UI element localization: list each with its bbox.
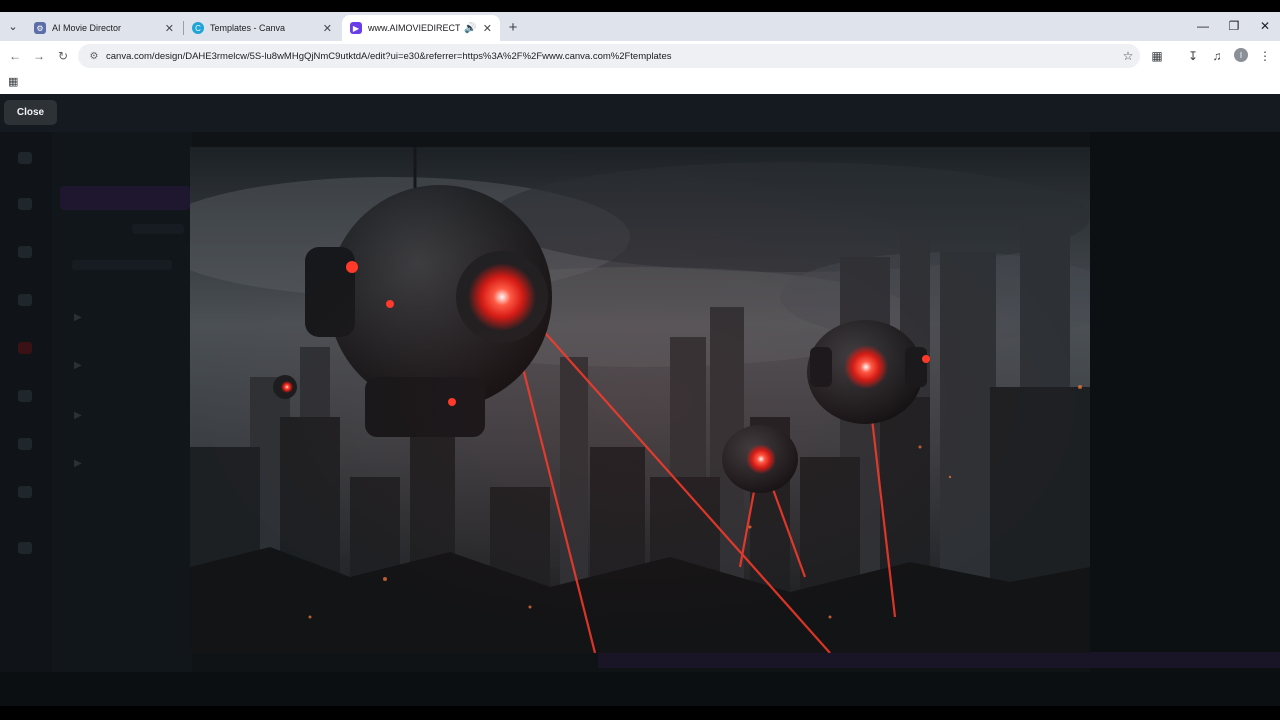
sidebar-icon bbox=[18, 152, 32, 164]
canva-icon: C bbox=[192, 22, 204, 34]
timeline-track bbox=[598, 652, 1280, 668]
restore-button[interactable]: ❐ bbox=[1223, 17, 1245, 35]
play-icon: ▶ bbox=[74, 458, 82, 469]
new-tab-button[interactable]: + bbox=[504, 18, 522, 36]
close-icon[interactable]: ✕ bbox=[323, 22, 332, 35]
profile-avatar[interactable]: I bbox=[1234, 48, 1248, 62]
editor-sidebar bbox=[0, 132, 52, 706]
video-icon: ▶ bbox=[350, 22, 362, 34]
back-arrow-icon[interactable]: ← bbox=[6, 47, 24, 65]
url-text[interactable]: canva.com/design/DAHE3rmelcw/5S-lu8wMHgQ… bbox=[106, 51, 1116, 62]
video-frame-image bbox=[190, 147, 1090, 653]
forward-arrow-icon[interactable]: → bbox=[30, 47, 48, 65]
panel-row bbox=[132, 224, 184, 234]
sidebar-icon bbox=[18, 542, 32, 554]
tab-templates-canva[interactable]: C Templates - Canva ✕ bbox=[184, 15, 340, 41]
window-close-button[interactable]: ✕ bbox=[1254, 17, 1276, 35]
play-icon: ▶ bbox=[74, 410, 82, 421]
sidebar-icon bbox=[18, 198, 32, 210]
video-player[interactable] bbox=[190, 147, 1090, 653]
media-control-icon[interactable]: ♫ bbox=[1208, 47, 1226, 65]
tab-strip: ⌄ ⚙ AI Movie Director ✕ C Templates - Ca… bbox=[0, 12, 1280, 41]
gear-icon: ⚙ bbox=[34, 22, 46, 34]
address-bar[interactable]: ⚙ canva.com/design/DAHE3rmelcw/5S-lu8wMH… bbox=[78, 44, 1140, 68]
bookmarks-bar: ▦ bbox=[0, 71, 1280, 94]
editor-side-panel: ▶ ▶ ▶ ▶ bbox=[52, 132, 192, 706]
browser-toolbar: ← → ↻ ⚙ canva.com/design/DAHE3rmelcw/5S-… bbox=[0, 41, 1280, 71]
more-menu-icon[interactable]: ⋮ bbox=[1256, 47, 1274, 65]
editor-right-area bbox=[1090, 132, 1280, 706]
minimize-button[interactable]: — bbox=[1192, 17, 1214, 35]
sidebar-icon bbox=[18, 438, 32, 450]
extensions-icon[interactable]: ▦ bbox=[1148, 47, 1166, 65]
tab-aimoviedirector[interactable]: ▶ www.AIMOVIEDIRECTOR.co 🔊 ✕ bbox=[342, 15, 500, 41]
tab-title: www.AIMOVIEDIRECTOR.co bbox=[368, 23, 461, 33]
play-icon: ▶ bbox=[74, 312, 82, 323]
speaker-icon[interactable]: 🔊 bbox=[464, 23, 476, 34]
download-icon[interactable]: ↧ bbox=[1184, 47, 1202, 65]
page-content: ▶ ▶ ▶ ▶ Close bbox=[0, 94, 1280, 706]
apps-grid-icon[interactable]: ▦ bbox=[8, 75, 22, 89]
sidebar-icon bbox=[18, 390, 32, 402]
site-info-icon[interactable]: ⚙ bbox=[82, 51, 106, 62]
tab-ai-movie-director[interactable]: ⚙ AI Movie Director ✕ bbox=[26, 15, 182, 41]
tab-title: Templates - Canva bbox=[210, 23, 286, 33]
close-icon[interactable]: ✕ bbox=[165, 22, 174, 35]
editor-bottom-bar bbox=[0, 672, 1280, 706]
browser-window: ⌄ ⚙ AI Movie Director ✕ C Templates - Ca… bbox=[0, 0, 1280, 720]
bookmark-star-icon[interactable]: ☆ bbox=[1116, 49, 1140, 63]
panel-upload-button bbox=[60, 186, 190, 210]
sidebar-icon bbox=[18, 246, 32, 258]
sidebar-icon bbox=[18, 342, 32, 354]
sidebar-icon bbox=[18, 486, 32, 498]
editor-top-bar bbox=[0, 94, 1280, 132]
reload-icon[interactable]: ↻ bbox=[54, 47, 72, 65]
close-button[interactable]: Close bbox=[4, 100, 57, 125]
tab-search-icon[interactable]: ⌄ bbox=[4, 17, 22, 35]
tab-title: AI Movie Director bbox=[52, 23, 122, 33]
play-icon: ▶ bbox=[74, 360, 82, 371]
close-icon[interactable]: ✕ bbox=[483, 22, 492, 35]
sidebar-icon bbox=[18, 294, 32, 306]
panel-row bbox=[72, 260, 172, 270]
screen-bottom-border bbox=[0, 706, 1280, 720]
